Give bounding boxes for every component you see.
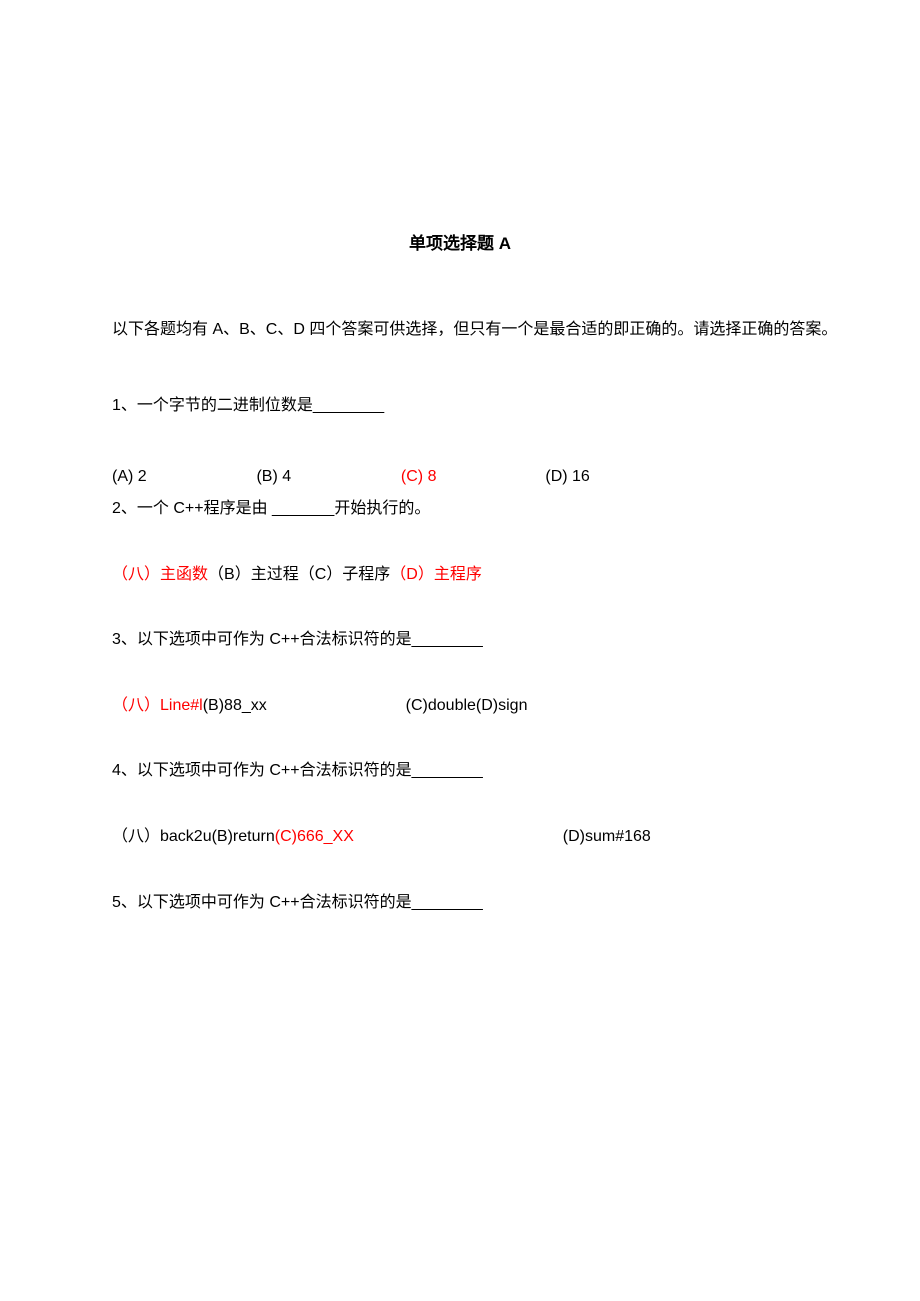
q3-option-a-text: Line#l [160, 697, 203, 714]
q3-option-b: (B)88_xx [203, 697, 267, 714]
question-3-text: 3、以下选项中可作为 C++合法标识符的是________ [112, 627, 840, 653]
q1-option-b: (B) 4 [256, 464, 396, 490]
page-title: 单项选择题 A [80, 230, 840, 257]
question-2-text: 2、一个 C++程序是由 _______开始执行的。 [112, 496, 840, 522]
q2-option-c: （C）子程序 [299, 566, 391, 583]
q2-option-a-label: （八） [112, 566, 160, 583]
q1-option-c: (C) 8 [401, 464, 541, 490]
document-page: 单项选择题 A 以下各题均有 A、B、C、D 四个答案可供选择，但只有一个是最合… [0, 0, 920, 1301]
question-4-text: 4、以下选项中可作为 C++合法标识符的是________ [112, 758, 840, 784]
question-2-options: （八）主函数（B）主过程（C）子程序（D）主程序 [112, 562, 840, 588]
question-1-text: 1、一个字节的二进制位数是________ [112, 393, 840, 419]
instructions-text: 以下各题均有 A、B、C、D 四个答案可供选择，但只有一个是最合适的即正确的。请… [80, 317, 840, 343]
q2-option-a-text: 主函数 [160, 566, 208, 583]
q4-option-d: (D)sum#168 [563, 828, 651, 845]
question-4-options: （八）back2u(B)return(C)666_XX (D)sum#168 [112, 824, 840, 850]
q2-option-d-text: 主程序 [434, 566, 482, 583]
q4-option-c: (C)666_XX [275, 828, 354, 845]
q2-option-b: （B）主过程 [208, 566, 299, 583]
q1-option-a: (A) 2 [112, 464, 252, 490]
q3-option-a-label: （八） [112, 697, 160, 714]
q1-option-d: (D) 16 [545, 464, 589, 490]
q3-option-cd: (C)double(D)sign [406, 697, 528, 714]
question-3-options: （八）Line#l(B)88_xx (C)double(D)sign [112, 693, 840, 719]
q4-option-ab: （八）back2u(B)return [112, 828, 275, 845]
question-5-text: 5、以下选项中可作为 C++合法标识符的是________ [112, 890, 840, 916]
q2-option-d-label: （D） [390, 566, 434, 583]
question-1-options: (A) 2 (B) 4 (C) 8 (D) 16 [112, 464, 840, 490]
